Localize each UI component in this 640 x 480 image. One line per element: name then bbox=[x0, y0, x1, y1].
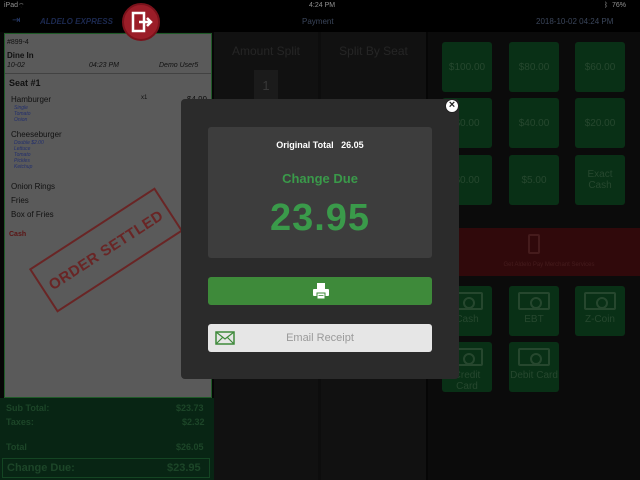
exit-door-icon bbox=[131, 11, 153, 33]
exit-button[interactable] bbox=[122, 3, 160, 41]
email-receipt-label: Email Receipt bbox=[286, 332, 354, 344]
amount-summary: Original Total 26.05 Change Due 23.95 bbox=[208, 127, 432, 258]
close-icon: × bbox=[448, 99, 456, 111]
original-total: Original Total 26.05 bbox=[208, 140, 432, 150]
original-total-label: Original Total bbox=[276, 140, 334, 150]
close-button[interactable]: × bbox=[445, 99, 459, 113]
change-due-amount: 23.95 bbox=[269, 197, 371, 239]
printer-icon bbox=[313, 283, 329, 300]
app-root: iPad ⌔ 4:24 PM ᛒ 76% ⇥ ALDELO EXPRESS Pa… bbox=[0, 0, 640, 480]
print-receipt-button[interactable] bbox=[208, 277, 432, 305]
original-total-value: 26.05 bbox=[341, 140, 364, 150]
change-due-dialog: × Original Total 26.05 Change Due 23.95 … bbox=[181, 99, 459, 379]
email-receipt-button[interactable]: Email Receipt bbox=[208, 324, 432, 352]
change-due-heading: Change Due bbox=[282, 171, 358, 186]
